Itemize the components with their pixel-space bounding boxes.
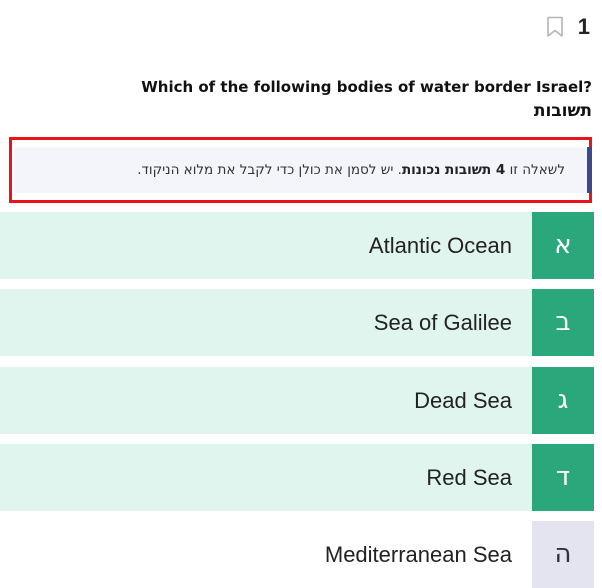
answer-option-letter: ד [532, 444, 594, 511]
answer-option-text: Mediterranean Sea [324, 542, 512, 567]
answer-option-letter: ג [532, 367, 594, 434]
notice-count: 4 תשובות נכונות [401, 162, 506, 178]
answer-option-letter: ה [532, 521, 594, 588]
answer-option-letter: א [532, 212, 594, 279]
answer-option-5[interactable]: Mediterranean Sea ה [0, 521, 594, 588]
question-text: Which of the following bodies of water b… [141, 78, 592, 96]
answers-heading: תשובות [533, 101, 592, 121]
notice-suffix: . יש לסמן את כולן כדי לקבל את מלוא הניקו… [137, 162, 402, 178]
answer-option-text: Dead Sea [414, 388, 512, 413]
answer-option-2[interactable]: Sea of Galilee ב [0, 289, 594, 356]
multi-answer-notice: לשאלה זו 4 תשובות נכונות. יש לסמן את כול… [14, 147, 592, 193]
answer-option-4[interactable]: Red Sea ד [0, 444, 594, 511]
answer-option-text: Atlantic Ocean [368, 233, 512, 258]
answer-option-3[interactable]: Dead Sea ג [0, 367, 594, 434]
question-number: 1 [577, 14, 590, 39]
answer-option-1[interactable]: Atlantic Ocean א [0, 212, 594, 279]
answer-option-letter: ב [532, 289, 594, 356]
answer-option-text: Red Sea [426, 465, 512, 490]
notice-prefix: לשאלה זו [505, 162, 565, 178]
bookmark-icon[interactable] [546, 16, 564, 38]
answer-option-text: Sea of Galilee [373, 310, 512, 335]
